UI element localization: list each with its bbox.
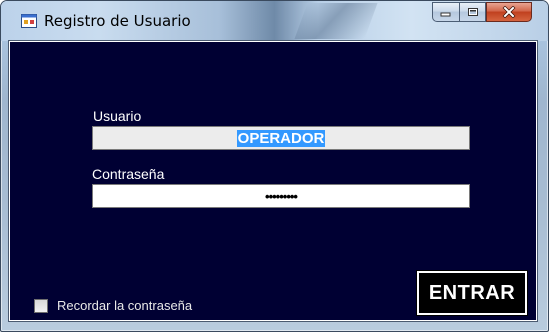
application-icon[interactable] (21, 14, 37, 28)
user-label: Usuario (93, 108, 142, 124)
title-bar-glint (294, 3, 378, 39)
minimize-icon (440, 12, 451, 17)
enter-button[interactable]: ENTRAR (416, 270, 528, 316)
login-window: Registro de Usuario Usuario OPERADOR Con… (0, 0, 549, 332)
close-button[interactable] (486, 2, 532, 22)
window-title: Registro de Usuario (44, 12, 191, 30)
user-input[interactable]: OPERADOR (92, 126, 470, 150)
password-input[interactable]: ••••••••• (92, 184, 470, 208)
close-icon (502, 6, 516, 18)
password-input-mask: ••••••••• (265, 188, 298, 204)
password-label: Contraseña (92, 166, 165, 182)
remember-password-label[interactable]: Recordar la contraseña (57, 298, 192, 313)
user-input-value: OPERADOR (236, 129, 326, 147)
title-bar[interactable]: Registro de Usuario (1, 1, 548, 41)
login-panel: Usuario OPERADOR Contraseña ••••••••• Re… (8, 40, 538, 322)
maximize-button[interactable] (459, 2, 486, 22)
minimize-button[interactable] (432, 2, 459, 22)
caption-buttons (432, 2, 532, 23)
maximize-icon (467, 8, 478, 16)
remember-password-checkbox[interactable] (34, 299, 48, 313)
